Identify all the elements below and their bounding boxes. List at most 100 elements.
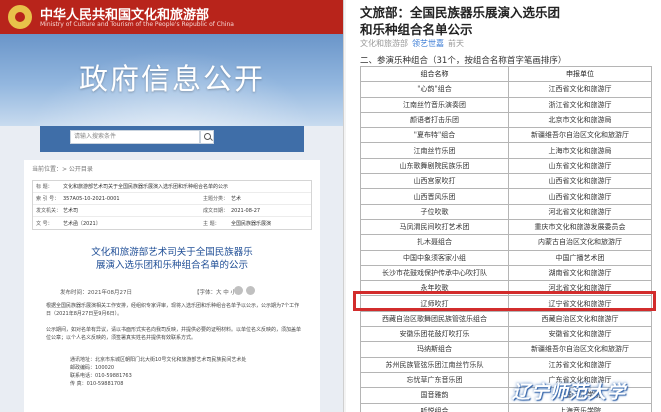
meta-value: 艺术司 bbox=[63, 208, 79, 214]
search-input[interactable]: 请输入搜索条件 bbox=[70, 130, 200, 144]
applicant-unit-cell: 内蒙古自治区文化和旅游厅 bbox=[508, 234, 652, 251]
body-paragraph: 公示期间，如对名单有异议，请以书面形式实名向我司反映，并提供必要的证明材料。以单… bbox=[46, 327, 302, 341]
ensemble-name-cell: 山西宫家吹打 bbox=[360, 173, 509, 190]
national-emblem-icon bbox=[6, 3, 34, 31]
applicant-unit-cell: 新疆维吾尔自治区文化和旅游厅 bbox=[508, 127, 652, 144]
article-title-line: 和乐种组合名单公示 bbox=[360, 22, 473, 37]
meta-value: 艺术函〔2021〕 bbox=[63, 220, 101, 227]
table-row: 听悦组合 上海音乐学院 bbox=[360, 402, 652, 412]
news-article: 文旅部：全国民族器乐展演入选乐团 和乐种组合名单公示 文化和旅游部 领艺世嘉 前天 … bbox=[346, 0, 661, 412]
publish-date: 发布时间：2021年08月27日 bbox=[60, 290, 132, 296]
meta-key: 文 号： bbox=[36, 220, 53, 227]
gov-info-page: 中华人民共和国文化和旅游部 Ministry of Culture and To… bbox=[0, 0, 344, 412]
meta-value: 全国民族器乐展演 bbox=[231, 220, 272, 227]
table-row: 中国中象须客家小组 中国广播艺术团 bbox=[360, 249, 652, 266]
meta-row: 索 引 号： 357A05-10-2021-0001 主题分类： 艺术 bbox=[33, 193, 311, 205]
ensemble-name-cell: 江南丝竹乐团 bbox=[360, 142, 509, 159]
table-row: 苏州民族管弦乐团江南丝竹乐队 江苏省文化和旅游厅 bbox=[360, 356, 652, 373]
document-title-line: 展演入选乐团和乐种组合名单的公示 bbox=[95, 260, 248, 271]
share-icon[interactable] bbox=[246, 286, 255, 295]
ensemble-name-cell: 玛纳斯组合 bbox=[360, 341, 509, 358]
ensemble-table: 组合名称 申报单位 "心韵"组合 江西省文化和旅游厅 江南丝竹音乐演奏团 浙江省文化和… bbox=[360, 65, 652, 412]
site-subtitle: Ministry of Culture and Tourism of the P… bbox=[40, 21, 234, 28]
ensemble-name-cell: 安徽乐团花鼓灯吹打乐 bbox=[360, 326, 509, 343]
contact-line: 联系电话：010-59881763 bbox=[70, 373, 132, 379]
meta-key: 成文日期： bbox=[203, 208, 229, 214]
column-header: 申报单位 bbox=[508, 65, 652, 83]
applicant-unit-cell: 江西省文化和旅游厅 bbox=[508, 81, 652, 98]
ensemble-name-cell: 山东歌舞剧院民族乐团 bbox=[360, 157, 509, 175]
table-row: 颜语者打击乐团 北京市文化和旅游局 bbox=[360, 111, 652, 129]
ensemble-name-cell: 江南丝竹音乐演奏团 bbox=[360, 96, 509, 113]
hero-banner: 政府信息公开 bbox=[0, 34, 343, 126]
contact-line: 传 真：010-59881708 bbox=[70, 381, 124, 387]
meta-key: 标 题： bbox=[36, 184, 53, 190]
table-row: 江南丝竹音乐演奏团 浙江省文化和旅游厅 bbox=[360, 96, 652, 113]
article-title: 文旅部：全国民族器乐展演入选乐团 和乐种组合名单公示 bbox=[360, 4, 656, 38]
contact-line: 通讯地址：北京市东城区朝阳门北大街10号文化和旅游部艺术司民族民间艺术处 bbox=[70, 357, 247, 363]
meta-key: 发文机关： bbox=[36, 208, 62, 214]
table-row: 山西宫家吹打 山西省文化和旅游厅 bbox=[360, 173, 652, 190]
table-row: 玛纳斯组合 新疆维吾尔自治区文化和旅游厅 bbox=[360, 341, 652, 358]
meta-key: 主题分类： bbox=[203, 196, 229, 202]
table-row: 山西晋风乐团 山西省文化和旅游厅 bbox=[360, 188, 652, 205]
ensemble-name-cell: 西藏自治区歌舞团民族管弦乐组合 bbox=[360, 310, 509, 328]
ensemble-name-cell: 山西晋风乐团 bbox=[360, 188, 509, 205]
applicant-unit-cell: 北京市文化和旅游局 bbox=[508, 111, 652, 129]
meta-key: 主 题： bbox=[203, 220, 220, 227]
source-name: 文化和旅游部 bbox=[360, 39, 408, 48]
column-header: 组合名称 bbox=[360, 65, 509, 83]
applicant-unit-cell: 安徽省文化和旅游厅 bbox=[508, 326, 652, 343]
applicant-unit-cell: 山西省文化和旅游厅 bbox=[508, 173, 652, 190]
applicant-unit-cell: 河北省文化和旅游厅 bbox=[508, 203, 652, 220]
site-header: 中华人民共和国文化和旅游部 Ministry of Culture and To… bbox=[0, 0, 343, 34]
applicant-unit-cell: 山东省文化和旅游厅 bbox=[508, 157, 652, 175]
ensemble-name-cell: 长沙市花鼓戏保护传承中心吹打队 bbox=[360, 264, 509, 282]
meta-row: 发文机关： 艺术司 成文日期： 2021-08-27 bbox=[33, 205, 311, 217]
meta-value: 2021-08-27 bbox=[231, 207, 261, 214]
applicant-unit-cell: 上海市文化和旅游局 bbox=[508, 142, 652, 159]
watermark-logo: 辽宁师范大学 bbox=[512, 382, 626, 403]
screenshot-canvas: 中华人民共和国文化和旅游部 Ministry of Culture and To… bbox=[0, 0, 661, 412]
meta-row: 标 题： 文化和旅游部艺术司关于全国民族器乐展演入选乐团和乐种组合名单的公示 bbox=[33, 181, 311, 193]
applicant-unit-cell: 西藏自治区文化和旅游厅 bbox=[508, 310, 652, 328]
table-row: "心韵"组合 江西省文化和旅游厅 bbox=[360, 81, 652, 98]
table-row: 马凤渭民间吹打艺术团 重庆市文化和旅游发展委员会 bbox=[360, 218, 652, 236]
body-paragraph: 根据全国民族器乐展演相关工作安排，经组织专家评审，现将入选乐团和乐种组合名单予以… bbox=[46, 303, 300, 317]
applicant-unit-cell: 湖南省文化和旅游厅 bbox=[508, 264, 652, 282]
ensemble-name-cell: 子位吹歌 bbox=[360, 203, 509, 220]
table-header-row: 组合名称 申报单位 bbox=[360, 65, 652, 83]
search-bar: 请输入搜索条件 bbox=[40, 126, 304, 152]
applicant-unit-cell: 新疆维吾尔自治区文化和旅游厅 bbox=[508, 341, 652, 358]
document-title-line: 文化和旅游部艺术司关于全国民族器乐 bbox=[91, 247, 253, 258]
meta-value: 艺术 bbox=[231, 196, 242, 202]
contact-line: 邮政编码：100020 bbox=[70, 365, 115, 371]
breadcrumb[interactable]: 当前位置：> 公开目录 bbox=[32, 164, 93, 173]
hero-title: 政府信息公开 bbox=[78, 62, 265, 96]
ensemble-name-cell: "夏布特"组合 bbox=[360, 127, 509, 144]
ensemble-name-cell: 国音雅韵 bbox=[360, 387, 509, 404]
ensemble-name-cell: 听悦组合 bbox=[360, 402, 509, 412]
applicant-unit-cell: 重庆市文化和旅游发展委员会 bbox=[508, 218, 652, 236]
meta-value: 357A05-10-2021-0001 bbox=[63, 195, 120, 202]
author-link[interactable]: 领艺世嘉 bbox=[412, 39, 444, 48]
ensemble-name-cell: 扎木聂组合 bbox=[360, 234, 509, 251]
table-row: 安徽乐团花鼓灯吹打乐 安徽省文化和旅游厅 bbox=[360, 326, 652, 343]
metadata-table: 标 题： 文化和旅游部艺术司关于全国民族器乐展演入选乐团和乐种组合名单的公示 索… bbox=[32, 180, 312, 230]
document-title: 文化和旅游部艺术司关于全国民族器乐 展演入选乐团和乐种组合名单的公示 bbox=[24, 246, 320, 272]
print-icon[interactable] bbox=[234, 286, 243, 295]
table-row: 子位吹歌 河北省文化和旅游厅 bbox=[360, 203, 652, 220]
ensemble-name-cell: 忘忧草广东音乐团 bbox=[360, 371, 509, 389]
applicant-unit-cell: 上海音乐学院 bbox=[508, 402, 652, 412]
publish-time: 前天 bbox=[448, 39, 464, 48]
applicant-unit-cell: 山西省文化和旅游厅 bbox=[508, 188, 652, 205]
table-row: 西藏自治区歌舞团民族管弦乐组合 西藏自治区文化和旅游厅 bbox=[360, 310, 652, 328]
highlight-box bbox=[353, 291, 656, 311]
meta-row: 文 号： 艺术函〔2021〕 主 题： 全国民族器乐展演 bbox=[33, 217, 311, 229]
ensemble-name-cell: 中国中象须客家小组 bbox=[360, 249, 509, 266]
table-row: 长沙市花鼓戏保护传承中心吹打队 湖南省文化和旅游厅 bbox=[360, 264, 652, 282]
search-icon[interactable] bbox=[200, 130, 214, 144]
article-title-line: 文旅部：全国民族器乐展演入选乐团 bbox=[360, 5, 561, 20]
table-row: "夏布特"组合 新疆维吾尔自治区文化和旅游厅 bbox=[360, 127, 652, 144]
applicant-unit-cell: 中国广播艺术团 bbox=[508, 249, 652, 266]
